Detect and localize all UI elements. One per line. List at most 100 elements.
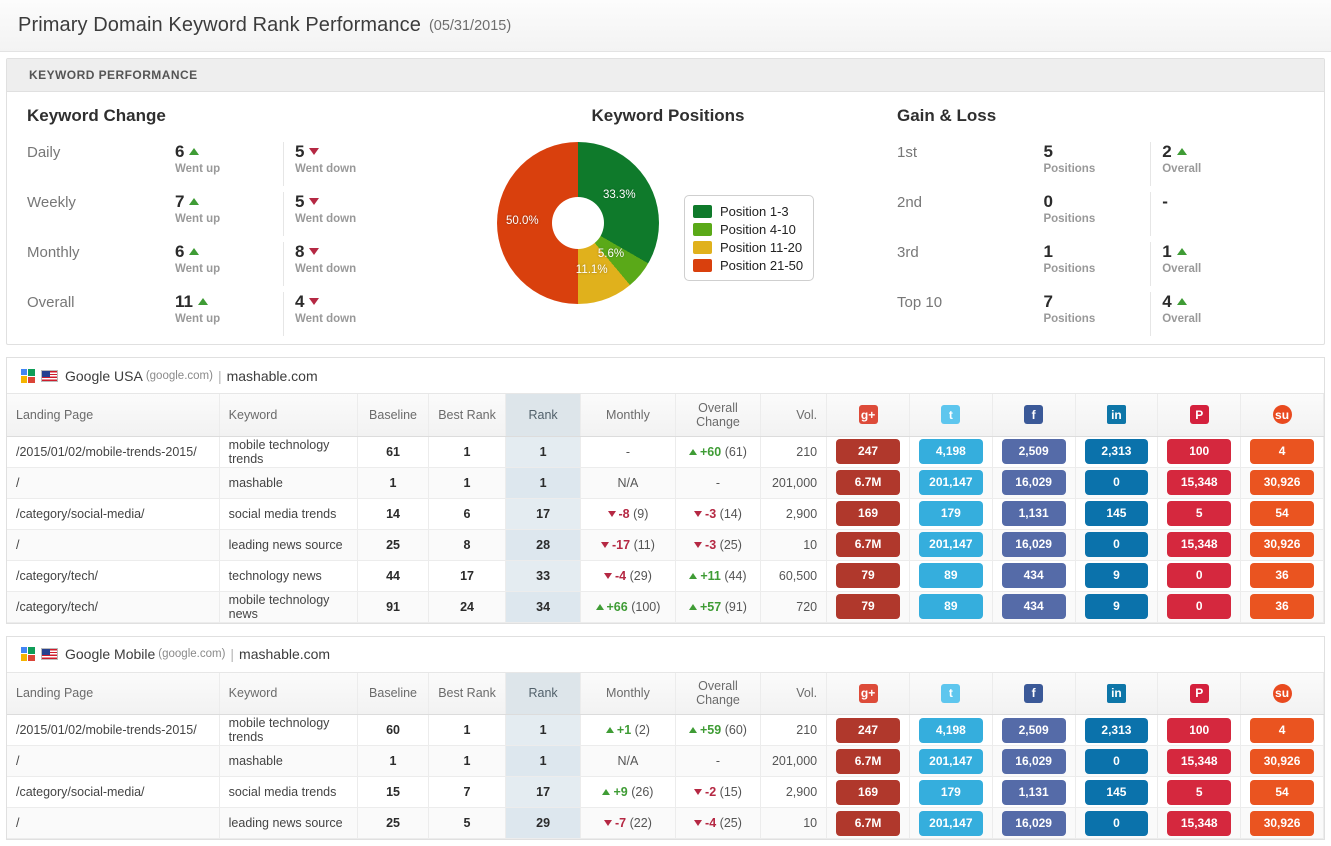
google-plus-icon: g+ [859, 684, 878, 703]
facebook-count-pill: 16,029 [1002, 532, 1066, 557]
linkedin-icon: in [1107, 684, 1126, 703]
table-row[interactable]: /category/tech/ technology news 44 17 33… [7, 560, 1324, 591]
cell-linkedin: 0 [1075, 746, 1158, 777]
cell-overall-change: -4 (25) [676, 808, 761, 839]
col-google-plus[interactable]: g+ [827, 394, 910, 436]
col-twitter[interactable]: t [909, 673, 992, 715]
col-volume[interactable]: Vol. [760, 673, 826, 715]
facebook-count-pill: 2,509 [1002, 439, 1066, 464]
arrow-up-icon [1177, 148, 1187, 155]
table-row[interactable]: /category/social-media/ social media tre… [7, 777, 1324, 808]
cell-rank: 17 [506, 498, 581, 529]
table-row[interactable]: / mashable 1 1 1 N/A - 201,000 6.7M 201,… [7, 467, 1324, 498]
col-landing-page[interactable]: Landing Page [7, 673, 219, 715]
cell-baseline: 91 [358, 591, 428, 622]
col-keyword[interactable]: Keyword [219, 394, 358, 436]
keyword-change-title: Keyword Change [27, 106, 431, 126]
stumbleupon-icon: su [1273, 684, 1292, 703]
cell-keyword: technology news [219, 560, 358, 591]
gain-loss-row: Top 10 7 Positions 4 Overall [897, 292, 1281, 342]
col-facebook[interactable]: f [992, 673, 1075, 715]
cell-twitter: 89 [909, 560, 992, 591]
keyword-positions-block: Keyword Positions 33.3%5.6%11.1%50.0% Po… [447, 106, 877, 328]
col-overall-change[interactable]: Overall Change [676, 394, 761, 436]
col-landing-page[interactable]: Landing Page [7, 394, 219, 436]
table-row[interactable]: / leading news source 25 5 29 -7 (22) -4… [7, 808, 1324, 839]
cell-landing-page: /category/social-media/ [7, 498, 219, 529]
col-volume[interactable]: Vol. [760, 394, 826, 436]
pinterest-count-pill: 0 [1167, 563, 1231, 588]
google-favicon-icon [20, 646, 36, 662]
cell-facebook: 1,131 [992, 498, 1075, 529]
stumbleupon-count-pill: 54 [1250, 780, 1314, 805]
cell-stumbleupon: 36 [1241, 591, 1324, 622]
facebook-count-pill: 434 [1002, 594, 1066, 619]
col-baseline[interactable]: Baseline [358, 394, 428, 436]
cell-rank: 29 [506, 808, 581, 839]
triangle-up-icon [689, 573, 697, 579]
cell-best-rank: 7 [428, 777, 506, 808]
twitter-count-pill: 201,147 [919, 811, 983, 836]
google-plus-count-pill: 247 [836, 718, 900, 743]
legend-swatch [693, 241, 712, 254]
legend-item[interactable]: Position 4-10 [693, 220, 803, 238]
pie-slice-label: 5.6% [598, 248, 624, 260]
pinterest-icon: P [1190, 405, 1209, 424]
col-google-plus[interactable]: g+ [827, 673, 910, 715]
google-plus-count-pill: 79 [836, 594, 900, 619]
legend-item[interactable]: Position 1-3 [693, 202, 803, 220]
legend-item[interactable]: Position 11-20 [693, 238, 803, 256]
google-plus-count-pill: 169 [836, 501, 900, 526]
table-row[interactable]: /category/tech/ mobile technology news 9… [7, 591, 1324, 622]
pie-slice-label: 33.3% [603, 189, 636, 201]
legend-label: Position 1-3 [720, 204, 789, 219]
table-row[interactable]: /2015/01/02/mobile-trends-2015/ mobile t… [7, 715, 1324, 746]
col-pinterest[interactable]: P [1158, 394, 1241, 436]
legend-item[interactable]: Position 21-50 [693, 256, 803, 274]
cell-linkedin: 0 [1075, 467, 1158, 498]
keyword-change-down: 5 Went down [295, 192, 415, 227]
col-twitter[interactable]: t [909, 394, 992, 436]
col-pinterest[interactable]: P [1158, 673, 1241, 715]
triangle-down-icon [601, 542, 609, 548]
col-stumbleupon[interactable]: su [1241, 673, 1324, 715]
col-overall-change[interactable]: Overall Change [676, 673, 761, 715]
col-best-rank[interactable]: Best Rank [428, 394, 506, 436]
cell-rank: 1 [506, 436, 581, 467]
table-row[interactable]: /2015/01/02/mobile-trends-2015/ mobile t… [7, 436, 1324, 467]
cell-pinterest: 0 [1158, 560, 1241, 591]
pinterest-count-pill: 100 [1167, 439, 1231, 464]
col-facebook[interactable]: f [992, 394, 1075, 436]
cell-google-plus: 6.7M [827, 808, 910, 839]
col-linkedin[interactable]: in [1075, 673, 1158, 715]
gain-loss-title: Gain & Loss [897, 106, 1281, 126]
col-monthly[interactable]: Monthly [580, 394, 675, 436]
legend-swatch [693, 259, 712, 272]
table-row[interactable]: /category/social-media/ social media tre… [7, 498, 1324, 529]
col-stumbleupon[interactable]: su [1241, 394, 1324, 436]
legend-label: Position 11-20 [720, 240, 802, 255]
table-row[interactable]: / leading news source 25 8 28 -17 (11) -… [7, 529, 1324, 560]
col-linkedin[interactable]: in [1075, 394, 1158, 436]
col-rank[interactable]: Rank [506, 394, 581, 436]
google-plus-count-pill: 6.7M [836, 532, 900, 557]
cell-monthly: - [580, 436, 675, 467]
col-keyword[interactable]: Keyword [219, 673, 358, 715]
col-baseline[interactable]: Baseline [358, 673, 428, 715]
cell-google-plus: 169 [827, 777, 910, 808]
arrow-down-icon [309, 198, 319, 205]
col-monthly[interactable]: Monthly [580, 673, 675, 715]
triangle-down-icon [694, 820, 702, 826]
report-title-bar: Primary Domain Keyword Rank Performance … [0, 0, 1331, 52]
cell-monthly: N/A [580, 746, 675, 777]
cell-google-plus: 247 [827, 436, 910, 467]
cell-rank: 1 [506, 715, 581, 746]
gain-loss-positions: 5 Positions [1043, 142, 1162, 177]
col-rank[interactable]: Rank [506, 673, 581, 715]
col-best-rank[interactable]: Best Rank [428, 673, 506, 715]
cell-linkedin: 0 [1075, 808, 1158, 839]
cell-keyword: leading news source [219, 529, 358, 560]
cell-facebook: 434 [992, 591, 1075, 622]
table-row[interactable]: / mashable 1 1 1 N/A - 201,000 6.7M 201,… [7, 746, 1324, 777]
cell-volume: 10 [760, 529, 826, 560]
